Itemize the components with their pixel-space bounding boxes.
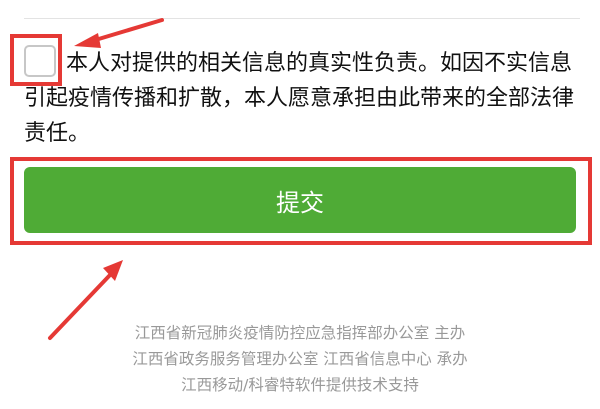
top-divider bbox=[24, 18, 580, 19]
declaration-text: 本人对提供的相关信息的真实性负责。如因不实信息引起疫情传播和扩散，本人愿意承担由… bbox=[24, 51, 575, 146]
footer-tech-support: 江西移动/科睿特软件提供技术支持 bbox=[181, 376, 419, 394]
footer: 江西省新冠肺炎疫情防控应急指挥部办公室 主办 江西省政务服务管理办公室 江西省信… bbox=[0, 320, 600, 398]
arrow-to-checkbox bbox=[74, 18, 164, 48]
footer-organizer: 江西省新冠肺炎疫情防控应急指挥部办公室 主办 bbox=[134, 324, 466, 342]
submit-button[interactable]: 提交 bbox=[24, 167, 576, 233]
footer-undertaker: 江西省政务服务管理办公室 江西省信息中心 承办 bbox=[132, 350, 468, 368]
